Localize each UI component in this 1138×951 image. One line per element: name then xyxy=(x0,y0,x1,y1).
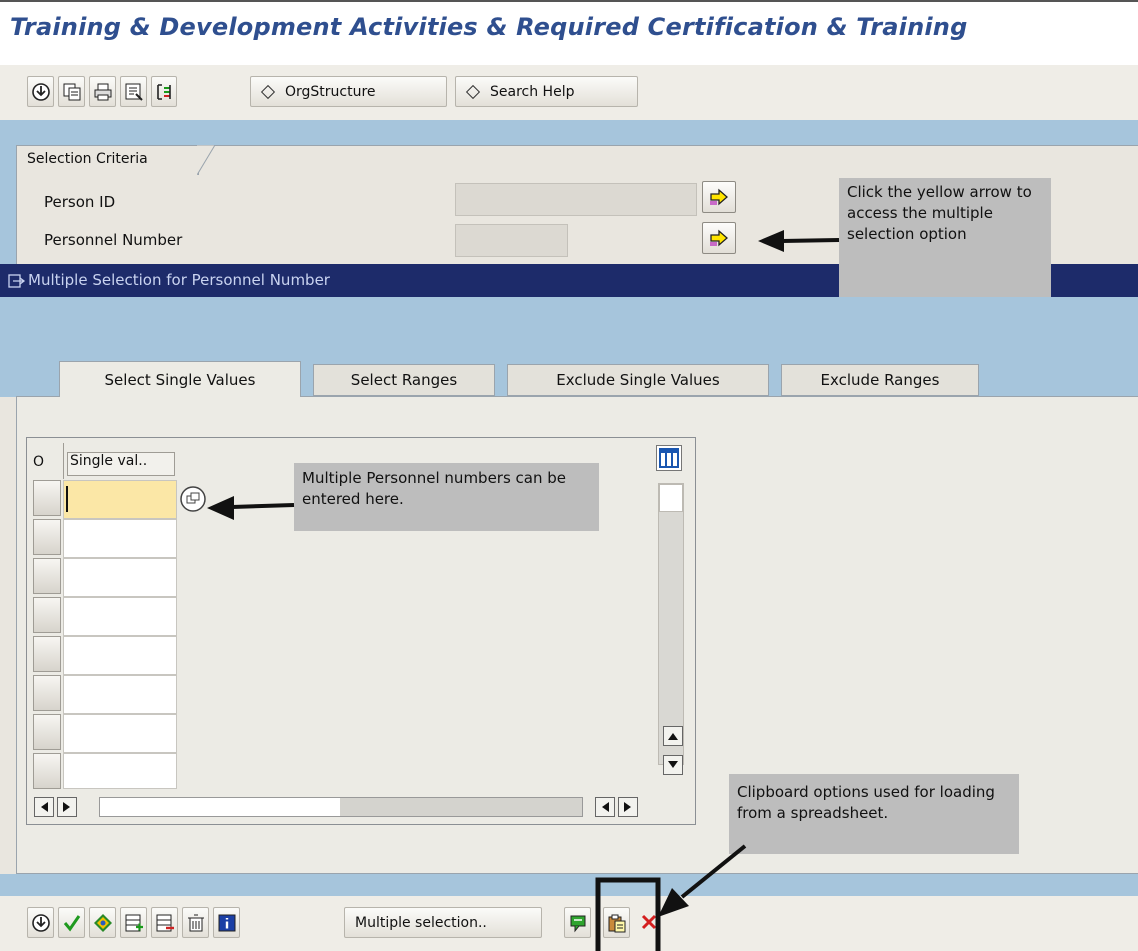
clipboard-highlight-box xyxy=(595,877,661,951)
arrow-to-first-cell xyxy=(207,496,295,520)
arrow-to-yellow-button xyxy=(758,230,840,252)
annotation-overlay xyxy=(207,230,840,951)
arrow-to-clipboard-buttons xyxy=(658,844,747,917)
